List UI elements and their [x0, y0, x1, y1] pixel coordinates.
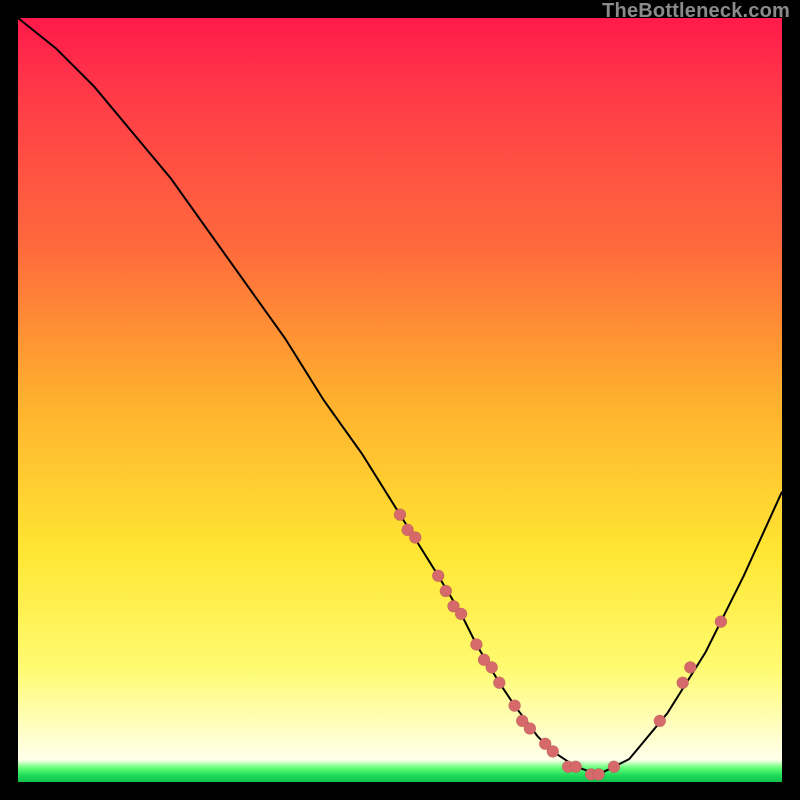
curve-marker	[440, 585, 452, 597]
curve-marker	[608, 761, 620, 773]
plot-area	[18, 18, 782, 782]
curve-marker	[684, 661, 696, 673]
curve-marker	[470, 639, 482, 651]
bottleneck-curve	[18, 18, 782, 774]
curve-marker	[409, 532, 421, 544]
curve-marker	[486, 661, 498, 673]
chart-svg	[18, 18, 782, 782]
curve-marker	[570, 761, 582, 773]
curve-marker	[493, 677, 505, 689]
chart-stage: TheBottleneck.com	[0, 0, 800, 800]
curve-marker	[432, 570, 444, 582]
curve-marker	[677, 677, 689, 689]
curve-marker	[524, 723, 536, 735]
curve-marker	[455, 608, 467, 620]
curve-markers	[394, 509, 727, 781]
curve-marker	[394, 509, 406, 521]
curve-marker	[654, 715, 666, 727]
curve-marker	[547, 745, 559, 757]
curve-marker	[509, 700, 521, 712]
curve-marker	[715, 616, 727, 628]
curve-marker	[593, 768, 605, 780]
